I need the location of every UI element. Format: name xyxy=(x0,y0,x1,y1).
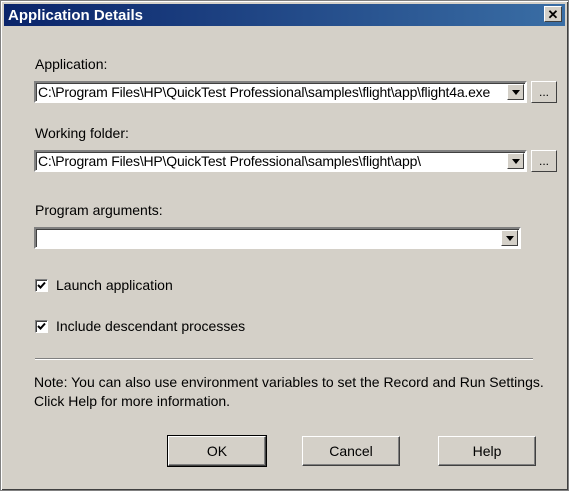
application-value[interactable]: C:\Program Files\HP\QuickTest Profession… xyxy=(38,84,505,100)
working-folder-label-text: Working folder: xyxy=(35,125,129,141)
application-details-dialog: Application Details ✕ Application: C:\Pr… xyxy=(0,0,569,491)
close-button[interactable]: ✕ xyxy=(544,6,562,22)
ok-button-label: OK xyxy=(206,443,228,459)
include-descendant-processes-checkbox[interactable]: Include descendant processes xyxy=(35,318,245,334)
working-folder-value[interactable]: C:\Program Files\HP\QuickTest Profession… xyxy=(38,153,505,169)
help-button[interactable]: Help xyxy=(438,436,536,466)
application-combobox[interactable]: C:\Program Files\HP\QuickTest Profession… xyxy=(34,81,527,103)
note-text: Note: You can also use environment varia… xyxy=(34,374,544,409)
ellipsis-icon: ... xyxy=(538,154,549,168)
application-browse-button[interactable]: ... xyxy=(531,81,557,103)
chevron-down-icon xyxy=(511,89,520,95)
chevron-down-icon xyxy=(511,158,520,164)
application-label-text: Application: xyxy=(35,56,108,72)
ellipsis-icon: ... xyxy=(538,85,549,99)
cancel-button-label: Cancel xyxy=(329,443,373,459)
ok-button[interactable]: OK xyxy=(167,435,267,467)
working-folder-label: Working folder: xyxy=(35,125,129,141)
include-descendant-processes-label[interactable]: Include descendant processes xyxy=(56,318,245,334)
launch-application-checkbox-box[interactable] xyxy=(35,278,48,292)
launch-application-label[interactable]: Launch application xyxy=(56,277,173,293)
help-button-label: Help xyxy=(472,443,502,459)
separator xyxy=(35,358,533,360)
program-arguments-dropdown-button[interactable] xyxy=(501,230,518,246)
chevron-down-icon xyxy=(505,235,514,241)
title-bar[interactable]: Application Details ✕ xyxy=(4,4,565,26)
application-label: Application: xyxy=(35,56,107,72)
checkmark-icon xyxy=(37,322,46,330)
checkmark-icon xyxy=(37,281,46,289)
close-icon: ✕ xyxy=(547,6,559,22)
program-arguments-label-text: Program arguments: xyxy=(35,202,163,218)
include-descendant-processes-checkbox-box[interactable] xyxy=(35,319,48,333)
window-title: Application Details xyxy=(8,7,144,24)
working-folder-combobox[interactable]: C:\Program Files\HP\QuickTest Profession… xyxy=(34,150,527,172)
working-folder-dropdown-button[interactable] xyxy=(507,153,524,169)
cancel-button[interactable]: Cancel xyxy=(302,436,400,466)
application-dropdown-button[interactable] xyxy=(507,84,524,100)
launch-application-checkbox[interactable]: Launch application xyxy=(35,277,173,293)
working-folder-browse-button[interactable]: ... xyxy=(531,150,557,172)
program-arguments-combobox[interactable] xyxy=(34,227,521,249)
program-arguments-label: Program arguments: xyxy=(35,202,163,218)
